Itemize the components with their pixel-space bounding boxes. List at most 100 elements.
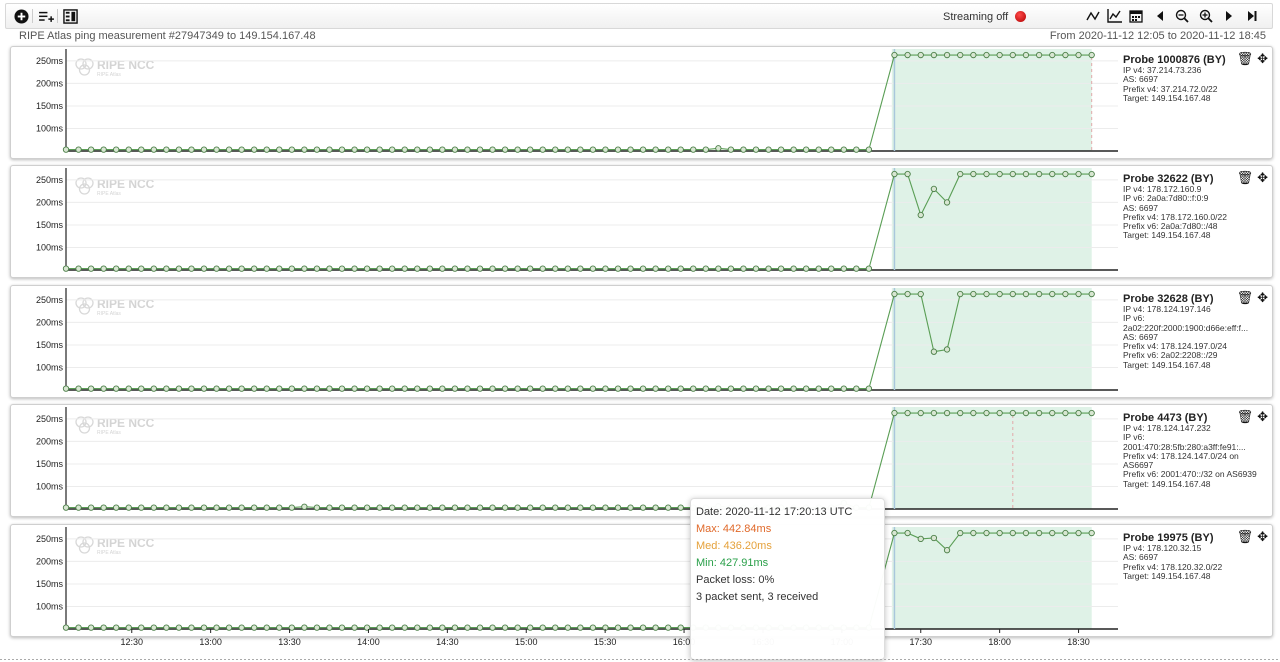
data-point[interactable] [904, 529, 911, 537]
data-point[interactable] [238, 146, 245, 153]
data-point[interactable] [439, 624, 446, 631]
data-point[interactable] [930, 51, 938, 59]
data-point[interactable] [200, 385, 208, 392]
data-point[interactable] [401, 265, 408, 272]
data-point[interactable] [943, 409, 951, 417]
data-point[interactable] [639, 385, 647, 392]
data-point[interactable] [276, 385, 283, 392]
data-point[interactable] [552, 504, 559, 511]
data-point[interactable] [853, 385, 860, 392]
data-point[interactable] [263, 265, 270, 272]
data-point[interactable] [815, 385, 822, 392]
data-point[interactable] [891, 409, 898, 417]
data-point[interactable] [727, 146, 735, 153]
data-point[interactable] [539, 146, 546, 153]
data-point[interactable] [238, 265, 245, 272]
data-point[interactable] [677, 265, 684, 272]
data-point[interactable] [1022, 409, 1030, 417]
data-point[interactable] [677, 146, 684, 153]
data-point[interactable] [363, 265, 371, 272]
data-point[interactable] [414, 385, 421, 392]
data-point[interactable] [163, 624, 170, 631]
data-point[interactable] [200, 146, 208, 153]
data-point[interactable] [602, 385, 609, 392]
data-point[interactable] [589, 146, 597, 153]
data-point[interactable] [840, 146, 847, 153]
data-point[interactable] [326, 146, 333, 153]
data-point[interactable] [389, 265, 396, 272]
data-point[interactable] [476, 265, 484, 272]
data-point[interactable] [100, 265, 107, 272]
data-point[interactable] [665, 385, 672, 392]
data-point[interactable] [790, 265, 797, 272]
data-point[interactable] [970, 409, 977, 417]
data-point[interactable] [326, 624, 333, 631]
data-point[interactable] [1009, 409, 1016, 417]
line-chart-icon[interactable] [1083, 6, 1103, 26]
data-point[interactable] [943, 199, 951, 206]
data-point[interactable] [251, 146, 258, 153]
data-point[interactable] [715, 385, 722, 392]
data-point[interactable] [1075, 409, 1082, 417]
data-point[interactable] [996, 290, 1003, 298]
trash-icon[interactable]: 🗑 [1237, 52, 1254, 65]
data-point[interactable] [426, 146, 433, 153]
data-point[interactable] [376, 385, 383, 392]
data-point[interactable] [125, 385, 132, 392]
data-point[interactable] [414, 265, 421, 272]
data-point[interactable] [263, 385, 270, 392]
data-point[interactable] [175, 146, 183, 153]
data-point[interactable] [970, 51, 977, 59]
data-point[interactable] [338, 146, 346, 153]
data-point[interactable] [577, 504, 584, 511]
data-point[interactable] [100, 624, 107, 631]
data-point[interactable] [983, 170, 990, 178]
data-point[interactable] [389, 504, 396, 511]
data-point[interactable] [238, 624, 245, 631]
data-point[interactable] [125, 504, 132, 511]
data-point[interactable] [188, 624, 195, 631]
data-point[interactable] [175, 265, 183, 272]
data-point[interactable] [690, 385, 697, 392]
data-point[interactable] [1035, 51, 1043, 59]
data-point[interactable] [363, 146, 371, 153]
data-point[interactable] [740, 146, 747, 153]
data-point[interactable] [1075, 529, 1082, 537]
data-point[interactable] [983, 290, 990, 298]
data-point[interactable] [401, 624, 408, 631]
data-point[interactable] [1022, 529, 1030, 537]
data-point[interactable] [891, 51, 898, 59]
data-point[interactable] [828, 385, 835, 392]
data-point[interactable] [213, 385, 220, 392]
data-point[interactable] [740, 385, 747, 392]
data-point[interactable] [138, 504, 145, 511]
data-point[interactable] [589, 385, 597, 392]
data-point[interactable] [288, 504, 295, 511]
data-point[interactable] [276, 624, 283, 631]
data-point[interactable] [301, 503, 308, 510]
latency-chart[interactable]: RIPE NCCRIPE Atlas 250ms 200ms 150ms 100ms [11, 166, 1121, 277]
data-point[interactable] [363, 504, 371, 511]
data-point[interactable] [225, 624, 233, 631]
data-point[interactable] [665, 146, 672, 153]
data-point[interactable] [439, 385, 446, 392]
data-point[interactable] [464, 385, 471, 392]
data-point[interactable] [614, 504, 622, 511]
data-point[interactable] [75, 146, 82, 153]
data-point[interactable] [138, 385, 145, 392]
data-point[interactable] [100, 504, 107, 511]
data-point[interactable] [891, 170, 898, 178]
data-point[interactable] [943, 51, 951, 59]
data-point[interactable] [75, 265, 82, 272]
data-point[interactable] [539, 385, 546, 392]
data-point[interactable] [138, 265, 145, 272]
data-point[interactable] [401, 146, 408, 153]
data-point[interactable] [150, 146, 157, 153]
data-point[interactable] [552, 265, 559, 272]
data-point[interactable] [351, 385, 358, 392]
data-point[interactable] [970, 170, 977, 178]
data-point[interactable] [464, 265, 471, 272]
data-point[interactable] [125, 624, 132, 631]
data-point[interactable] [489, 265, 496, 272]
data-point[interactable] [426, 624, 433, 631]
